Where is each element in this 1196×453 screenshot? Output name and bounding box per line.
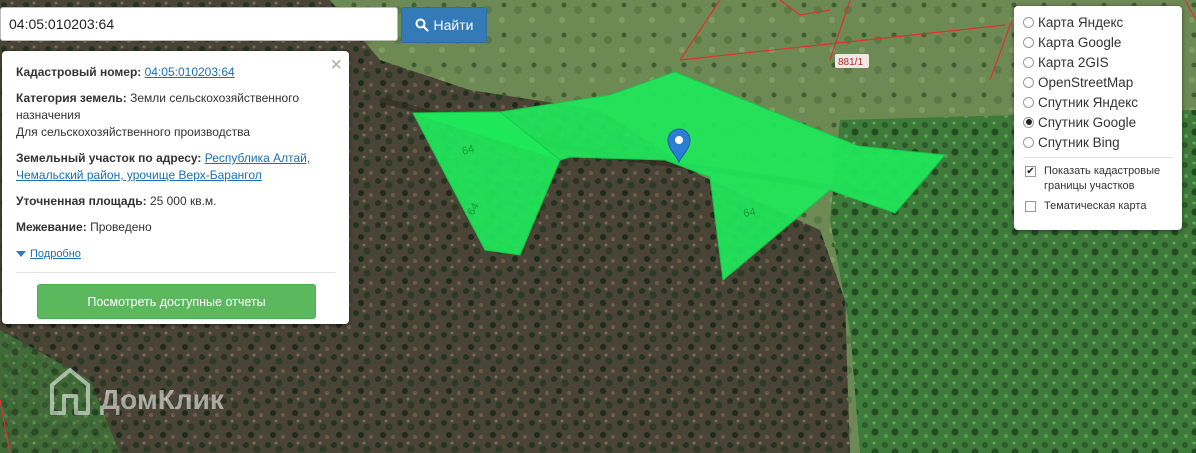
layer-option-bing-satellite[interactable]: Спутник Bing <box>1023 132 1173 152</box>
layer-option-openstreetmap[interactable]: OpenStreetMap <box>1023 72 1173 92</box>
neighbor-parcel-label: 881/1 <box>838 57 863 68</box>
watermark-text: ДомКлик <box>100 384 225 415</box>
card-divider <box>16 272 335 273</box>
layer-option-label: Карта Google <box>1038 34 1122 50</box>
show-cadastral-label: Показать кадастровые границы участков <box>1044 165 1161 192</box>
address-label: Земельный участок по адресу: <box>16 151 202 165</box>
cadastral-number-link[interactable]: 04:05:010203:64 <box>145 65 235 79</box>
caret-down-icon <box>16 251 26 257</box>
layer-option-google-map[interactable]: Карта Google <box>1023 32 1173 52</box>
radio-icon <box>1023 76 1034 88</box>
layer-option-label: Карта Яндекс <box>1038 14 1124 30</box>
address-row: Земельный участок по адресу: Республика … <box>16 150 335 184</box>
search-bar: Найти <box>0 7 487 43</box>
layer-option-label: Спутник Google <box>1038 114 1137 130</box>
survey-value: Проведено <box>90 220 152 234</box>
details-link: Подробно <box>30 248 81 260</box>
thematic-map-toggle[interactable]: Тематическая карта <box>1023 199 1173 214</box>
map-layer-panel: Карта Яндекс Карта Google Карта 2GIS Ope… <box>1014 6 1182 230</box>
layer-option-yandex-map[interactable]: Карта Яндекс <box>1023 12 1173 32</box>
layer-option-google-satellite[interactable]: Спутник Google <box>1023 112 1173 132</box>
view-reports-button[interactable]: Посмотреть доступные отчеты <box>37 284 316 319</box>
area-value: 25 000 кв.м. <box>149 194 217 208</box>
layer-option-yandex-satellite[interactable]: Спутник Яндекс <box>1023 92 1173 112</box>
search-button-label: Найти <box>433 17 474 33</box>
checkbox-icon <box>1025 201 1036 212</box>
checkbox-checked-icon: ✔ <box>1025 165 1036 177</box>
radio-icon <box>1023 56 1034 68</box>
radio-icon <box>1023 16 1034 28</box>
panel-divider <box>1023 157 1173 158</box>
survey-label: Межевание: <box>16 220 87 234</box>
thematic-map-label: Тематическая карта <box>1044 200 1147 212</box>
layer-option-label: Карта 2GIS <box>1038 54 1109 70</box>
cadastral-number-label: Кадастровый номер: <box>16 65 142 79</box>
land-category-row: Категория земель: Земли сельскохозяйстве… <box>16 90 335 141</box>
cadastral-search-input[interactable] <box>0 7 398 41</box>
parcel-info-card: × Кадастровый номер: 04:05:010203:64 Кат… <box>2 51 349 324</box>
land-category-label: Категория земель: <box>16 91 127 105</box>
land-use-value: Для сельскохозяйственного производства <box>16 125 251 139</box>
survey-row: Межевание: Проведено <box>16 219 335 236</box>
radio-selected-icon <box>1023 116 1034 128</box>
area-row: Уточненная площадь: 25 000 кв.м. <box>16 193 335 210</box>
close-icon[interactable]: × <box>330 55 342 75</box>
layer-option-2gis-map[interactable]: Карта 2GIS <box>1023 52 1173 72</box>
search-button[interactable]: Найти <box>401 7 487 43</box>
radio-icon <box>1023 96 1034 108</box>
radio-icon <box>1023 36 1034 48</box>
cadastral-number-row: Кадастровый номер: 04:05:010203:64 <box>16 64 335 81</box>
details-toggle[interactable]: Подробно <box>16 248 81 260</box>
show-cadastral-boundaries-toggle[interactable]: ✔ Показать кадастровые границы участков <box>1023 164 1173 194</box>
search-icon <box>415 18 429 32</box>
layer-option-label: OpenStreetMap <box>1038 74 1134 90</box>
layer-option-label: Спутник Яндекс <box>1038 94 1139 110</box>
area-label: Уточненная площадь: <box>16 194 147 208</box>
parcel-label: 64 <box>742 206 756 220</box>
layer-option-label: Спутник Bing <box>1038 134 1120 150</box>
radio-icon <box>1023 136 1034 148</box>
